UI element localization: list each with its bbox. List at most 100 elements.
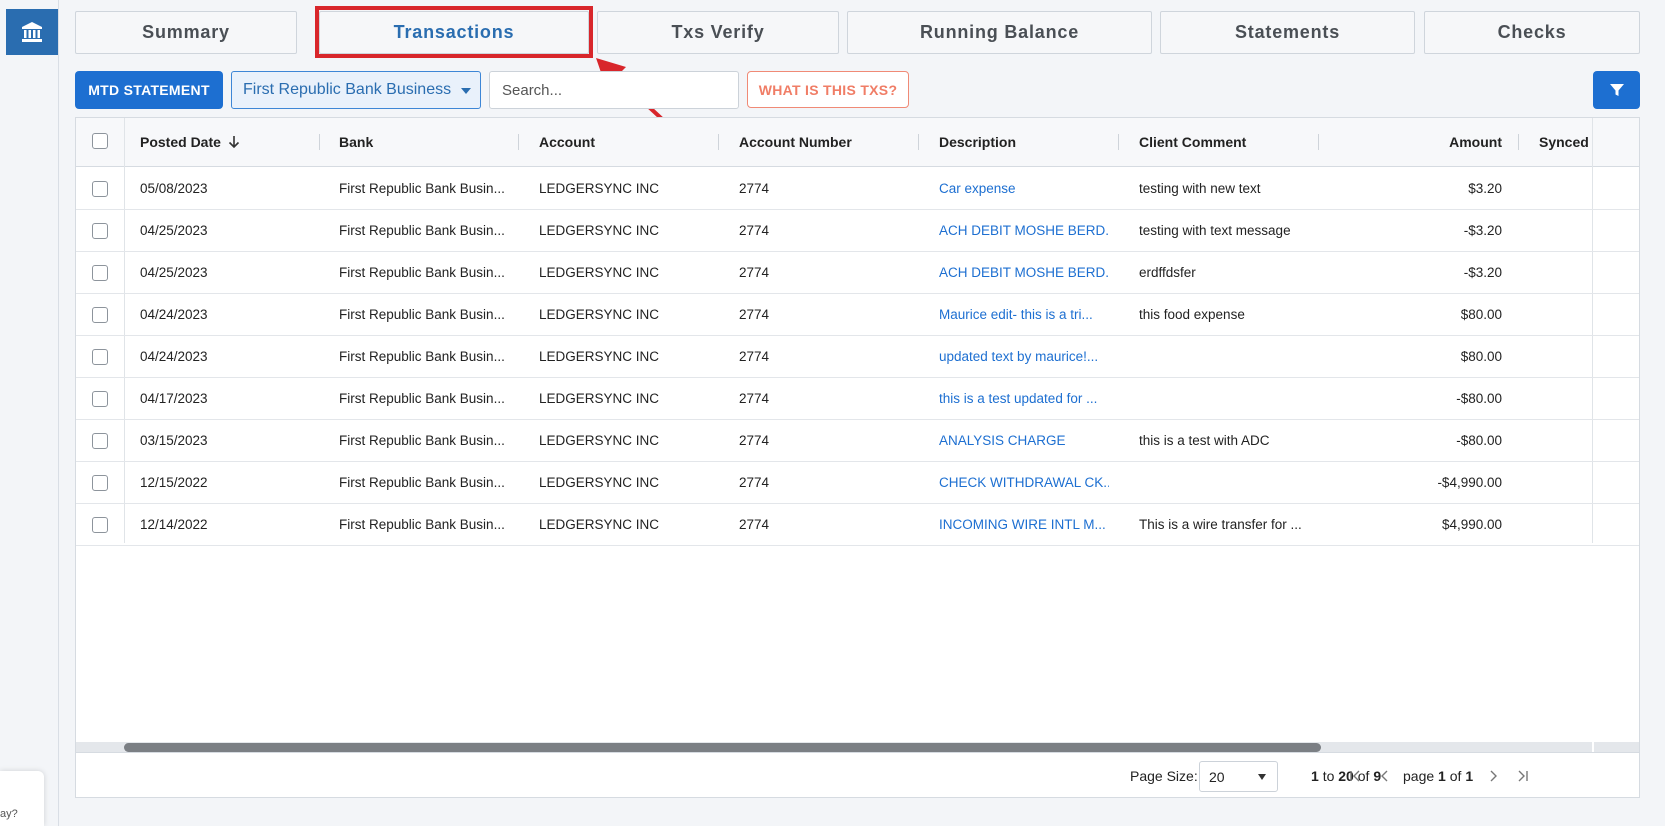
cell-description[interactable]: ACH DEBIT MOSHE BERD... [939, 252, 1109, 293]
cell-posted-date: 03/15/2023 [140, 433, 208, 448]
column-separator[interactable] [718, 134, 719, 150]
column-header-client-comment[interactable]: Client Comment [1139, 118, 1246, 166]
row-checkbox[interactable] [92, 307, 108, 323]
cell-amount: -$80.00 [1456, 433, 1502, 448]
column-header-description[interactable]: Description [939, 118, 1016, 166]
cell-client-comment: This is a wire transfer for ... [1139, 517, 1302, 532]
scrollbar-corner [1594, 742, 1639, 752]
column-separator[interactable] [1318, 134, 1319, 150]
cell-description[interactable]: INCOMING WIRE INTL M... [939, 504, 1109, 545]
cell-description[interactable]: Car expense [939, 168, 1109, 209]
last-page-button[interactable] [1514, 767, 1532, 785]
cell-account-number: 2774 [739, 307, 770, 322]
cell-amount: -$80.00 [1456, 391, 1502, 406]
first-page-button[interactable] [1346, 767, 1364, 785]
cell-bank: First Republic Bank Busin... [339, 307, 505, 322]
cell-posted-date: 12/15/2022 [140, 475, 208, 490]
cell-amount: $80.00 [1460, 349, 1502, 364]
cell-description[interactable]: updated text by maurice!... [939, 336, 1109, 377]
tab-checks[interactable]: Checks [1424, 11, 1640, 54]
cell-description[interactable]: this is a test updated for ... [939, 378, 1109, 419]
cell-bank: First Republic Bank Busin... [339, 223, 505, 238]
tab-txs-verify[interactable]: Txs Verify [597, 11, 839, 54]
help-popup[interactable]: ay? [0, 771, 44, 826]
cell-bank: First Republic Bank Busin... [339, 181, 505, 196]
row-checkbox[interactable] [92, 181, 108, 197]
cell-description[interactable]: ACH DEBIT MOSHE BERD... [939, 210, 1109, 251]
table-row[interactable]: 12/14/2022 First Republic Bank Busin... LE… [76, 504, 1639, 546]
cell-client-comment [1139, 462, 1314, 503]
bank-logo[interactable] [6, 9, 58, 55]
mtd-statement-button[interactable]: MTD STATEMENT [75, 71, 223, 109]
cell-account-number: 2774 [739, 433, 770, 448]
cell-account-number: 2774 [739, 391, 770, 406]
column-separator[interactable] [918, 134, 919, 150]
table-row[interactable]: 04/17/2023 First Republic Bank Busin... LE… [76, 378, 1639, 420]
row-checkbox[interactable] [92, 265, 108, 281]
cell-description[interactable]: Maurice edit- this is a tri... [939, 294, 1109, 335]
cell-bank: First Republic Bank Busin... [339, 517, 505, 532]
cell-account-number: 2774 [739, 517, 770, 532]
tab-running-balance[interactable]: Running Balance [847, 11, 1152, 54]
cell-client-comment: testing with text message [1139, 223, 1291, 238]
row-checkbox[interactable] [92, 433, 108, 449]
sort-desc-icon [228, 136, 239, 149]
column-separator[interactable] [518, 134, 519, 150]
cell-account-number: 2774 [739, 265, 770, 280]
cell-account: LEDGERSYNC INC [539, 433, 660, 448]
help-popup-text: ay? [0, 808, 18, 820]
cell-description[interactable]: ANALYSIS CHARGE [939, 420, 1109, 461]
cell-account: LEDGERSYNC INC [539, 223, 660, 238]
column-separator[interactable] [1518, 134, 1519, 150]
row-checkbox[interactable] [92, 349, 108, 365]
table-row[interactable]: 05/08/2023 First Republic Bank Busin... LE… [76, 168, 1639, 210]
column-separator[interactable] [1118, 134, 1119, 150]
column-header-bank[interactable]: Bank [339, 118, 373, 166]
tab-statements[interactable]: Statements [1160, 11, 1415, 54]
filter-button[interactable] [1593, 71, 1640, 109]
previous-page-button[interactable] [1376, 767, 1394, 785]
column-header-posted-date[interactable]: Posted Date [140, 118, 240, 166]
next-page-button[interactable] [1484, 767, 1502, 785]
tab-transactions[interactable]: Transactions [319, 11, 589, 54]
tab-summary[interactable]: Summary [75, 11, 297, 54]
search-input[interactable] [489, 71, 739, 109]
cell-amount: $80.00 [1460, 307, 1502, 322]
table-row[interactable]: 04/25/2023 First Republic Bank Busin... LE… [76, 210, 1639, 252]
row-checkbox[interactable] [92, 223, 108, 239]
row-checkbox[interactable] [92, 517, 108, 533]
row-checkbox[interactable] [92, 391, 108, 407]
chevron-right-icon [1490, 770, 1497, 782]
table-row[interactable]: 04/24/2023 First Republic Bank Busin... LE… [76, 294, 1639, 336]
cell-account-number: 2774 [739, 475, 770, 490]
table-row[interactable]: 04/24/2023 First Republic Bank Busin... LE… [76, 336, 1639, 378]
what-is-this-txs-button[interactable]: WHAT IS THIS TXS? [747, 71, 909, 108]
table-row[interactable]: 03/15/2023 First Republic Bank Busin... LE… [76, 420, 1639, 462]
table-row[interactable]: 04/25/2023 First Republic Bank Busin... LE… [76, 252, 1639, 294]
row-checkbox[interactable] [92, 475, 108, 491]
grid-header: Posted Date Bank Account Account Number … [76, 118, 1639, 167]
column-header-synced[interactable]: Synced I [1539, 118, 1592, 166]
filter-icon [1609, 84, 1624, 96]
page-size-select[interactable]: 20 [1199, 761, 1278, 792]
cell-amount: -$3.20 [1463, 223, 1502, 238]
cell-account-number: 2774 [739, 181, 770, 196]
column-header-account[interactable]: Account [539, 118, 595, 166]
column-header-amount[interactable]: Amount [1339, 118, 1502, 166]
select-all-checkbox[interactable] [92, 133, 108, 149]
bank-icon [22, 22, 42, 42]
cell-account: LEDGERSYNC INC [539, 391, 660, 406]
cell-client-comment: this food expense [1139, 307, 1245, 322]
cell-client-comment [1139, 336, 1314, 377]
column-header-account-number[interactable]: Account Number [739, 118, 852, 166]
bank-select[interactable]: First Republic Bank Business [231, 71, 481, 109]
cell-description[interactable]: CHECK WITHDRAWAL CK... [939, 462, 1109, 503]
cell-posted-date: 04/24/2023 [140, 307, 208, 322]
cell-account: LEDGERSYNC INC [539, 265, 660, 280]
column-separator[interactable] [319, 134, 320, 150]
table-row[interactable]: 12/15/2022 First Republic Bank Busin... LE… [76, 462, 1639, 504]
cell-account-number: 2774 [739, 223, 770, 238]
horizontal-scrollbar-thumb[interactable] [124, 743, 1321, 752]
cell-account-number: 2774 [739, 349, 770, 364]
cell-posted-date: 04/25/2023 [140, 223, 208, 238]
